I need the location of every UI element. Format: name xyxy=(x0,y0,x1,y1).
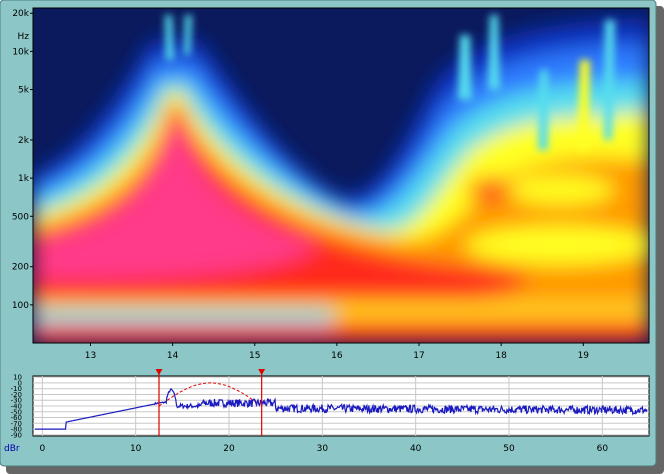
y-tick-label: 100 xyxy=(12,301,29,311)
x-tick-label: 0 xyxy=(39,444,45,454)
x-tick-label: 19 xyxy=(578,351,590,361)
x-tick-label: 14 xyxy=(167,351,179,361)
y-tick-label: 500 xyxy=(12,212,29,222)
x-tick-label: 60 xyxy=(597,444,609,454)
x-tick-label: 15 xyxy=(249,351,260,361)
x-tick-label: 18 xyxy=(495,351,507,361)
spectrogram-window: Hz20k10k5k2k1k500200100 13 14 15 16 17 18 19 1… xyxy=(0,0,664,474)
x-tick-label: 10 xyxy=(130,444,142,454)
x-tick-label: 20 xyxy=(223,444,235,454)
y-tick-label: 20k xyxy=(12,9,29,19)
y-tick-label: -90 xyxy=(11,431,22,439)
y-axis-label: dBr xyxy=(4,444,20,454)
spectrogram-plot xyxy=(33,8,649,343)
x-tick-label: 50 xyxy=(503,444,515,454)
x-tick-label: 40 xyxy=(410,444,422,454)
x-tick-label: 16 xyxy=(331,351,343,361)
x-tick-label: 17 xyxy=(413,351,424,361)
x-tick-label: 30 xyxy=(317,444,329,454)
y-tick-label: 5k xyxy=(18,86,30,96)
y-tick-label: 200 xyxy=(12,263,29,273)
x-tick-label: 13 xyxy=(85,351,96,361)
y-tick-label: 10k xyxy=(12,47,29,57)
y-tick-label: 2k xyxy=(18,136,30,146)
y-unit-label: Hz xyxy=(18,32,30,42)
y-tick-label: 1k xyxy=(18,174,30,184)
